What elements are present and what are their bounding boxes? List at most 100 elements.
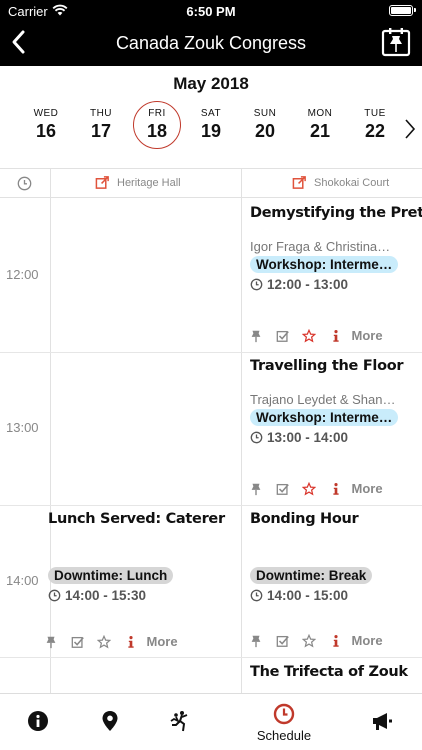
event-title: Lunch Served: Caterer — [48, 511, 225, 527]
event-title: Bonding Hour — [250, 511, 359, 527]
more-link[interactable]: More — [352, 328, 383, 343]
day-of-week: SAT — [200, 108, 222, 119]
event-category-badge: Downtime: Lunch — [48, 567, 174, 584]
day-number: 20 — [254, 121, 276, 141]
battery-icon — [389, 5, 416, 16]
month-title: May 2018 — [173, 74, 249, 93]
schedule-grid[interactable]: 12:00 13:00 14:00 Demystifying the Pretz… — [0, 199, 422, 693]
day-selector: WED 16 THU 17 FRI 18 SAT 19 SUN 20 MON 2… — [18, 101, 393, 158]
pin-icon[interactable] — [44, 634, 58, 650]
event-actions: More — [249, 327, 392, 345]
event-actions: More — [249, 632, 392, 650]
checkbox-icon[interactable] — [276, 328, 290, 344]
event-lunch-served[interactable]: Lunch Served: Caterer Downtime: Lunch 14… — [48, 511, 238, 631]
star-icon[interactable] — [301, 633, 317, 649]
day-number: 16 — [35, 121, 57, 141]
tab-map[interactable] — [75, 694, 145, 750]
info-icon[interactable] — [124, 634, 138, 650]
clock-icon — [250, 278, 263, 291]
hour-label: 14:00 — [6, 573, 39, 588]
event-the-trifecta-of-zouk[interactable]: The Trifecta of Zouk — [250, 664, 422, 693]
top-bar: Carrier 6:50 PM Canada Zouk Congress — [0, 0, 422, 66]
dancers-icon — [170, 711, 188, 732]
day-fri-18-selected[interactable]: FRI 18 — [133, 101, 181, 149]
status-time: 6:50 PM — [186, 4, 236, 19]
day-sun-20[interactable]: SUN 20 — [242, 108, 288, 142]
pinned-calendar-icon[interactable] — [380, 26, 412, 58]
day-of-week: MON — [307, 108, 333, 119]
day-sat-19[interactable]: SAT 19 — [188, 108, 234, 142]
event-actions: More — [249, 480, 392, 498]
day-thu-17[interactable]: THU 17 — [78, 108, 124, 142]
tab-announcements[interactable] — [347, 694, 417, 750]
day-tue-22[interactable]: TUE 22 — [352, 108, 398, 142]
event-title: The Trifecta of Zouk — [250, 664, 408, 680]
room-shokokai-court[interactable]: Shokokai Court — [292, 176, 390, 189]
event-time-text: 14:00 - 15:30 — [65, 588, 147, 603]
more-link[interactable]: More — [352, 481, 383, 496]
external-link-icon — [95, 176, 109, 189]
tab-info[interactable] — [3, 694, 73, 750]
event-title: Travelling the Floor — [250, 358, 404, 374]
pin-icon[interactable] — [249, 481, 263, 497]
event-category-badge: Workshop: Interme… — [250, 256, 399, 273]
megaphone-icon — [373, 713, 392, 730]
info-icon[interactable] — [329, 633, 343, 649]
day-number: 19 — [200, 121, 222, 141]
day-number: 22 — [364, 121, 386, 141]
hour-label: 13:00 — [6, 420, 39, 435]
day-mon-21[interactable]: MON 21 — [297, 108, 343, 142]
event-time-text: 14:00 - 15:00 — [267, 588, 349, 603]
hour-label: 12:00 — [6, 267, 39, 282]
status-bar: Carrier 6:50 PM — [0, 0, 422, 22]
day-number: 18 — [146, 121, 168, 141]
info-icon[interactable] — [329, 481, 343, 497]
more-link[interactable]: More — [147, 634, 178, 649]
event-speaker: Igor Fraga & Christina… — [250, 239, 391, 254]
event-time: 12:00 - 13:00 — [250, 277, 422, 292]
event-category-badge: Workshop: Interme… — [250, 409, 399, 426]
external-link-icon — [292, 176, 306, 189]
event-time-text: 13:00 - 14:00 — [267, 430, 349, 445]
event-bonding-hour[interactable]: Bonding Hour Downtime: Break 14:00 - 15:… — [250, 511, 422, 631]
event-category-badge: Downtime: Break — [250, 567, 373, 584]
info-circle-icon — [28, 711, 48, 731]
clock-icon — [250, 431, 263, 444]
day-of-week: SUN — [253, 108, 277, 119]
pin-icon[interactable] — [249, 633, 263, 649]
room-label: Heritage Hall — [117, 177, 181, 189]
tab-bar: Schedule — [0, 693, 422, 750]
event-time: 13:00 - 14:00 — [250, 430, 422, 445]
tab-dancers[interactable] — [145, 694, 215, 750]
checkbox-icon[interactable] — [276, 633, 290, 649]
event-time: 14:00 - 15:30 — [48, 588, 238, 603]
day-wed-16[interactable]: WED 16 — [23, 108, 69, 142]
checkbox-icon[interactable] — [276, 481, 290, 497]
star-icon[interactable] — [96, 634, 112, 650]
pin-icon[interactable] — [249, 328, 263, 344]
event-title: Demystifying the Pretzel — [250, 205, 422, 221]
tab-label: Schedule — [256, 728, 312, 743]
day-of-week: TUE — [364, 108, 386, 119]
day-of-week: WED — [33, 108, 59, 119]
room-header: Heritage Hall Shokokai Court — [0, 168, 422, 198]
event-travelling-the-floor[interactable]: Travelling the Floor Trajano Leydet & Sh… — [250, 358, 422, 478]
event-demystifying-the-pretzel[interactable]: Demystifying the Pretzel Igor Fraga & Ch… — [250, 205, 422, 325]
room-label: Shokokai Court — [314, 177, 390, 189]
clock-icon — [48, 589, 61, 602]
event-actions: More — [44, 633, 187, 651]
star-icon[interactable] — [301, 481, 317, 497]
day-of-week: THU — [89, 108, 113, 119]
event-time-text: 12:00 - 13:00 — [267, 277, 349, 292]
clock-icon — [250, 589, 263, 602]
nav-title: Canada Zouk Congress — [115, 33, 307, 53]
next-days-chevron-icon[interactable] — [404, 117, 416, 141]
star-icon[interactable] — [301, 328, 317, 344]
tab-schedule[interactable]: Schedule — [249, 694, 319, 750]
hour-line — [0, 505, 422, 506]
info-icon[interactable] — [329, 328, 343, 344]
checkbox-icon[interactable] — [71, 634, 85, 650]
room-heritage-hall[interactable]: Heritage Hall — [95, 176, 181, 189]
location-pin-icon — [102, 711, 118, 731]
more-link[interactable]: More — [352, 633, 383, 648]
